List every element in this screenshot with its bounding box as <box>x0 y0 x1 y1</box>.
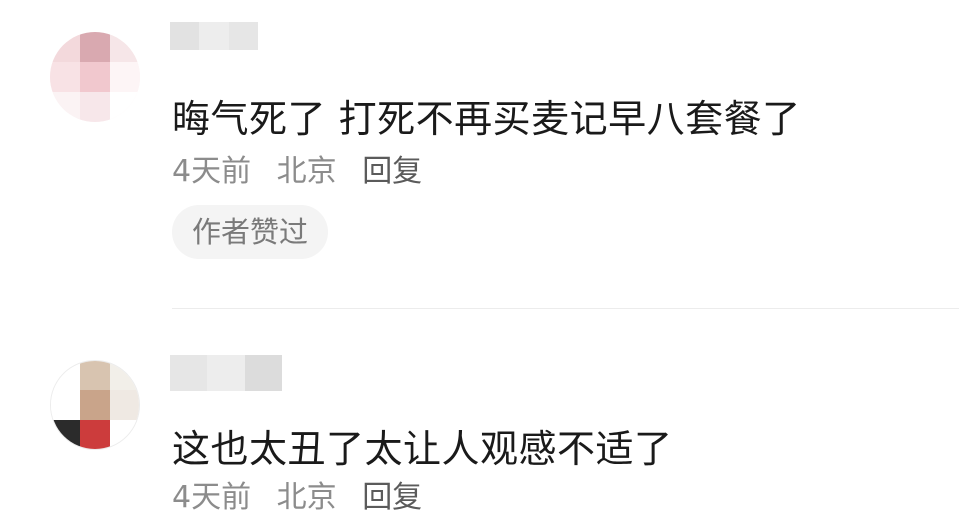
comment-meta: 4天前 北京 回复 <box>172 152 438 192</box>
comment-location: 北京 <box>276 154 337 189</box>
comment-meta: 4天前 北京 回复 <box>172 478 438 518</box>
mosaic-cell <box>109 390 139 420</box>
mosaic-cell <box>110 32 140 62</box>
comment-time: 4天前 <box>172 480 252 515</box>
username-blurred[interactable] <box>170 22 258 50</box>
mosaic-cell <box>51 361 81 391</box>
mosaic-cell <box>109 361 139 391</box>
mosaic-cell <box>80 92 110 122</box>
username-blur-cell <box>199 22 229 50</box>
username-blurred[interactable] <box>170 355 282 391</box>
comment-location: 北京 <box>276 480 337 515</box>
mosaic-cell <box>80 419 110 449</box>
reply-button[interactable]: 回复 <box>362 480 422 515</box>
mosaic-cell <box>80 32 110 62</box>
avatar-mosaic <box>51 361 139 449</box>
comment-item: 这也太丑了太让人观感不适了 4天前 北京 回复 <box>0 310 959 525</box>
comment-text: 这也太丑了太让人观感不适了 <box>172 427 673 471</box>
mosaic-cell <box>109 419 139 449</box>
author-liked-badge: 作者赞过 <box>172 205 329 259</box>
divider <box>172 308 959 309</box>
avatar[interactable] <box>50 360 140 450</box>
comment-time: 4天前 <box>172 154 252 189</box>
mosaic-cell <box>80 361 110 391</box>
avatar-mosaic <box>50 32 140 122</box>
mosaic-cell <box>80 62 110 92</box>
username-blur-cell <box>244 355 282 391</box>
username-blur-cell <box>207 355 245 391</box>
username-blur-cell <box>170 355 208 391</box>
mosaic-cell <box>50 92 80 122</box>
mosaic-cell <box>110 62 140 92</box>
comment-item: 晦气死了 打死不再买麦记早八套餐了 4天前 北京 回复 作者赞过 <box>0 0 959 310</box>
mosaic-cell <box>80 390 110 420</box>
mosaic-cell <box>50 62 80 92</box>
mosaic-cell <box>50 32 80 62</box>
username-blur-cell <box>170 22 200 50</box>
mosaic-cell <box>110 92 140 122</box>
mosaic-cell <box>51 390 81 420</box>
reply-button[interactable]: 回复 <box>362 154 422 189</box>
comment-text: 晦气死了 打死不再买麦记早八套餐了 <box>172 97 801 141</box>
mosaic-cell <box>51 419 81 449</box>
username-blur-cell <box>228 22 258 50</box>
avatar[interactable] <box>50 32 140 122</box>
